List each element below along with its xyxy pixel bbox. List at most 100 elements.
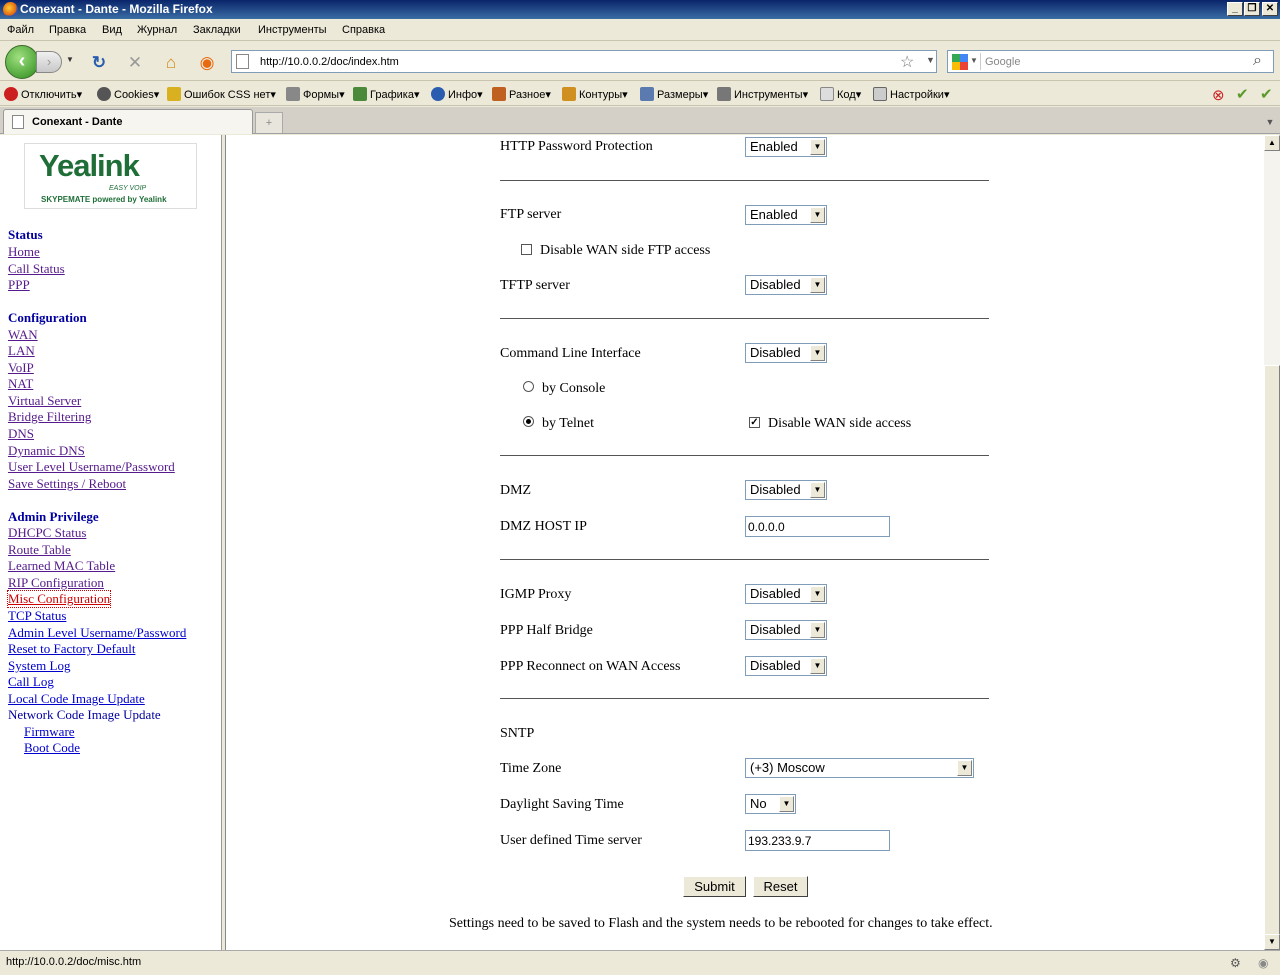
ppp-half-bridge-select[interactable]: Disabled ▼ [745, 620, 827, 640]
nav-link-save-settings[interactable]: Save Settings / Reboot [8, 476, 126, 492]
bookmark-star-icon[interactable]: ☆ [900, 52, 914, 72]
nav-link-user-level-password[interactable]: User Level Username/Password [8, 459, 175, 475]
menu-help[interactable]: Справка [342, 24, 385, 36]
by-console-radio[interactable] [523, 381, 534, 392]
dmz-select[interactable]: Disabled ▼ [745, 480, 827, 500]
nav-link-ppp[interactable]: PPP [8, 277, 30, 293]
devbar-outline[interactable]: Контуры▾ [562, 87, 628, 101]
nav-link-wan[interactable]: WAN [8, 327, 38, 343]
nav-link-virtual-server[interactable]: Virtual Server [8, 393, 81, 409]
google-icon[interactable] [952, 54, 968, 70]
history-dropdown-icon[interactable]: ▼ [66, 55, 74, 64]
scroll-up-icon[interactable]: ▲ [1264, 135, 1280, 151]
nav-link-dns[interactable]: DNS [8, 426, 34, 442]
close-button[interactable]: ✕ [1262, 2, 1278, 16]
ppp-reconnect-select[interactable]: Disabled ▼ [745, 656, 827, 676]
nav-link-boot-code[interactable]: Boot Code [24, 740, 80, 756]
nav-link-system-log[interactable]: System Log [8, 658, 70, 674]
window-title-bar[interactable]: Conexant - Dante - Mozilla Firefox _ ❐ ✕ [0, 0, 1280, 19]
time-server-input[interactable]: 193.233.9.7 [745, 830, 890, 851]
devbar-cookies[interactable]: Cookies▾ [97, 87, 159, 101]
nav-link-learned-mac-table[interactable]: Learned MAC Table [8, 558, 115, 574]
valid-html-icon[interactable]: ✔ [1236, 85, 1249, 103]
nav-link-firmware[interactable]: Firmware [24, 724, 75, 740]
menu-bookmarks[interactable]: Закладки [193, 24, 241, 36]
nav-link-dhcpc-status[interactable]: DHCPC Status [8, 525, 86, 541]
disable-wan-ftp-checkbox[interactable] [521, 244, 532, 255]
devbar-resize[interactable]: Размеры▾ [640, 87, 708, 101]
devbar-disable[interactable]: Отключить▾ [4, 87, 82, 101]
nav-link-misc-configuration[interactable]: Misc Configuration [6, 590, 112, 608]
vertical-scrollbar[interactable]: ▲ ▼ [1264, 135, 1280, 950]
nav-link-admin-level-password[interactable]: Admin Level Username/Password [8, 625, 186, 641]
devbar-options[interactable]: Настройки▾ [873, 87, 949, 101]
maximize-button[interactable]: ❐ [1244, 2, 1260, 16]
back-button[interactable]: ‹ [5, 45, 39, 79]
nav-link-local-code-image-update[interactable]: Local Code Image Update [8, 691, 145, 707]
reset-button[interactable]: Reset [753, 876, 808, 897]
nav-link-route-table[interactable]: Route Table [8, 542, 71, 558]
rss-icon[interactable]: ◉ [197, 53, 217, 73]
time-zone-select[interactable]: (+3) Moscow ▼ [745, 758, 974, 778]
search-bar[interactable]: ▼ Google ⌕ [947, 50, 1274, 73]
igmp-proxy-select[interactable]: Disabled ▼ [745, 584, 827, 604]
menu-history[interactable]: Журнал [137, 24, 177, 36]
tab-conexant-dante[interactable]: Conexant - Dante [3, 109, 253, 134]
by-telnet-label: by Telnet [542, 416, 595, 431]
scroll-thumb[interactable] [1264, 365, 1280, 945]
ppp-half-bridge-label: PPP Half Bridge [500, 623, 593, 638]
disable-wan-access-checkbox[interactable]: ✓ [749, 417, 760, 428]
section-divider [500, 180, 989, 181]
nav-link-tcp-status[interactable]: TCP Status [8, 608, 66, 624]
stop-icon[interactable]: ✕ [125, 53, 145, 73]
devbar-source[interactable]: Код▾ [820, 87, 861, 101]
submit-button[interactable]: Submit [683, 876, 746, 897]
nav-link-dynamic-dns[interactable]: Dynamic DNS [8, 443, 85, 459]
devbar-forms[interactable]: Формы▾ [286, 87, 345, 101]
menu-view[interactable]: Вид [102, 24, 122, 36]
nav-link-home[interactable]: Home [8, 244, 40, 260]
error-icon[interactable]: ⊗ [1212, 86, 1225, 104]
cli-select[interactable]: Disabled ▼ [745, 343, 827, 363]
search-icon[interactable]: ⌕ [1253, 52, 1262, 70]
nav-link-rip-configuration[interactable]: RIP Configuration [8, 575, 104, 591]
nav-link-reset-factory-default[interactable]: Reset to Factory Default [8, 641, 135, 657]
nav-link-nat[interactable]: NAT [8, 376, 33, 392]
nav-link-lan[interactable]: LAN [8, 343, 35, 359]
tftp-server-select[interactable]: Disabled ▼ [745, 275, 827, 295]
devbar-tools[interactable]: Инструменты▾ [717, 87, 808, 101]
menu-edit[interactable]: Правка [49, 24, 86, 36]
ftp-server-select[interactable]: Enabled ▼ [745, 205, 827, 225]
forward-button[interactable]: › [36, 51, 62, 73]
tab-list-dropdown-icon[interactable]: ▼ [1262, 112, 1278, 132]
nav-link-voip[interactable]: VoIP [8, 360, 34, 376]
valid-css-icon[interactable]: ✔ [1260, 85, 1273, 103]
tools-status-icon[interactable]: ⚙ [1230, 956, 1241, 970]
devbar-misc[interactable]: Разное▾ [492, 87, 551, 101]
http-password-select[interactable]: Enabled ▼ [745, 137, 827, 157]
ppp-reconnect-label: PPP Reconnect on WAN Access [500, 659, 681, 674]
daylight-saving-select[interactable]: No ▼ [745, 794, 796, 814]
devbar-info[interactable]: Инфо▾ [431, 87, 483, 101]
dmz-host-ip-input[interactable]: 0.0.0.0 [745, 516, 890, 537]
by-telnet-radio[interactable] [523, 416, 534, 427]
nav-link-call-status[interactable]: Call Status [8, 261, 65, 277]
home-icon[interactable]: ⌂ [161, 53, 181, 73]
nav-link-call-log[interactable]: Call Log [8, 674, 54, 690]
url-bar[interactable]: http://10.0.0.2/doc/index.htm ☆ ▼ [231, 50, 937, 73]
menu-file[interactable]: Файл [7, 24, 34, 36]
url-dropdown-icon[interactable]: ▼ [926, 55, 935, 65]
nav-link-bridge-filtering[interactable]: Bridge Filtering [8, 409, 91, 425]
css-icon [167, 87, 181, 101]
menu-tools[interactable]: Инструменты [258, 24, 327, 36]
search-engine-dropdown-icon[interactable]: ▼ [970, 56, 978, 65]
disable-wan-access-label: Disable WAN side access [768, 416, 912, 431]
new-tab-button[interactable]: + [255, 112, 283, 133]
rss-status-icon[interactable]: ◉ [1258, 956, 1268, 970]
devbar-images[interactable]: Графика▾ [353, 87, 419, 101]
scroll-down-icon[interactable]: ▼ [1264, 934, 1280, 950]
devbar-css[interactable]: Ошибок CSS нет▾ [167, 87, 276, 101]
reload-icon[interactable]: ↻ [89, 53, 109, 73]
chevron-down-icon: ▼ [810, 139, 825, 155]
minimize-button[interactable]: _ [1227, 2, 1243, 16]
